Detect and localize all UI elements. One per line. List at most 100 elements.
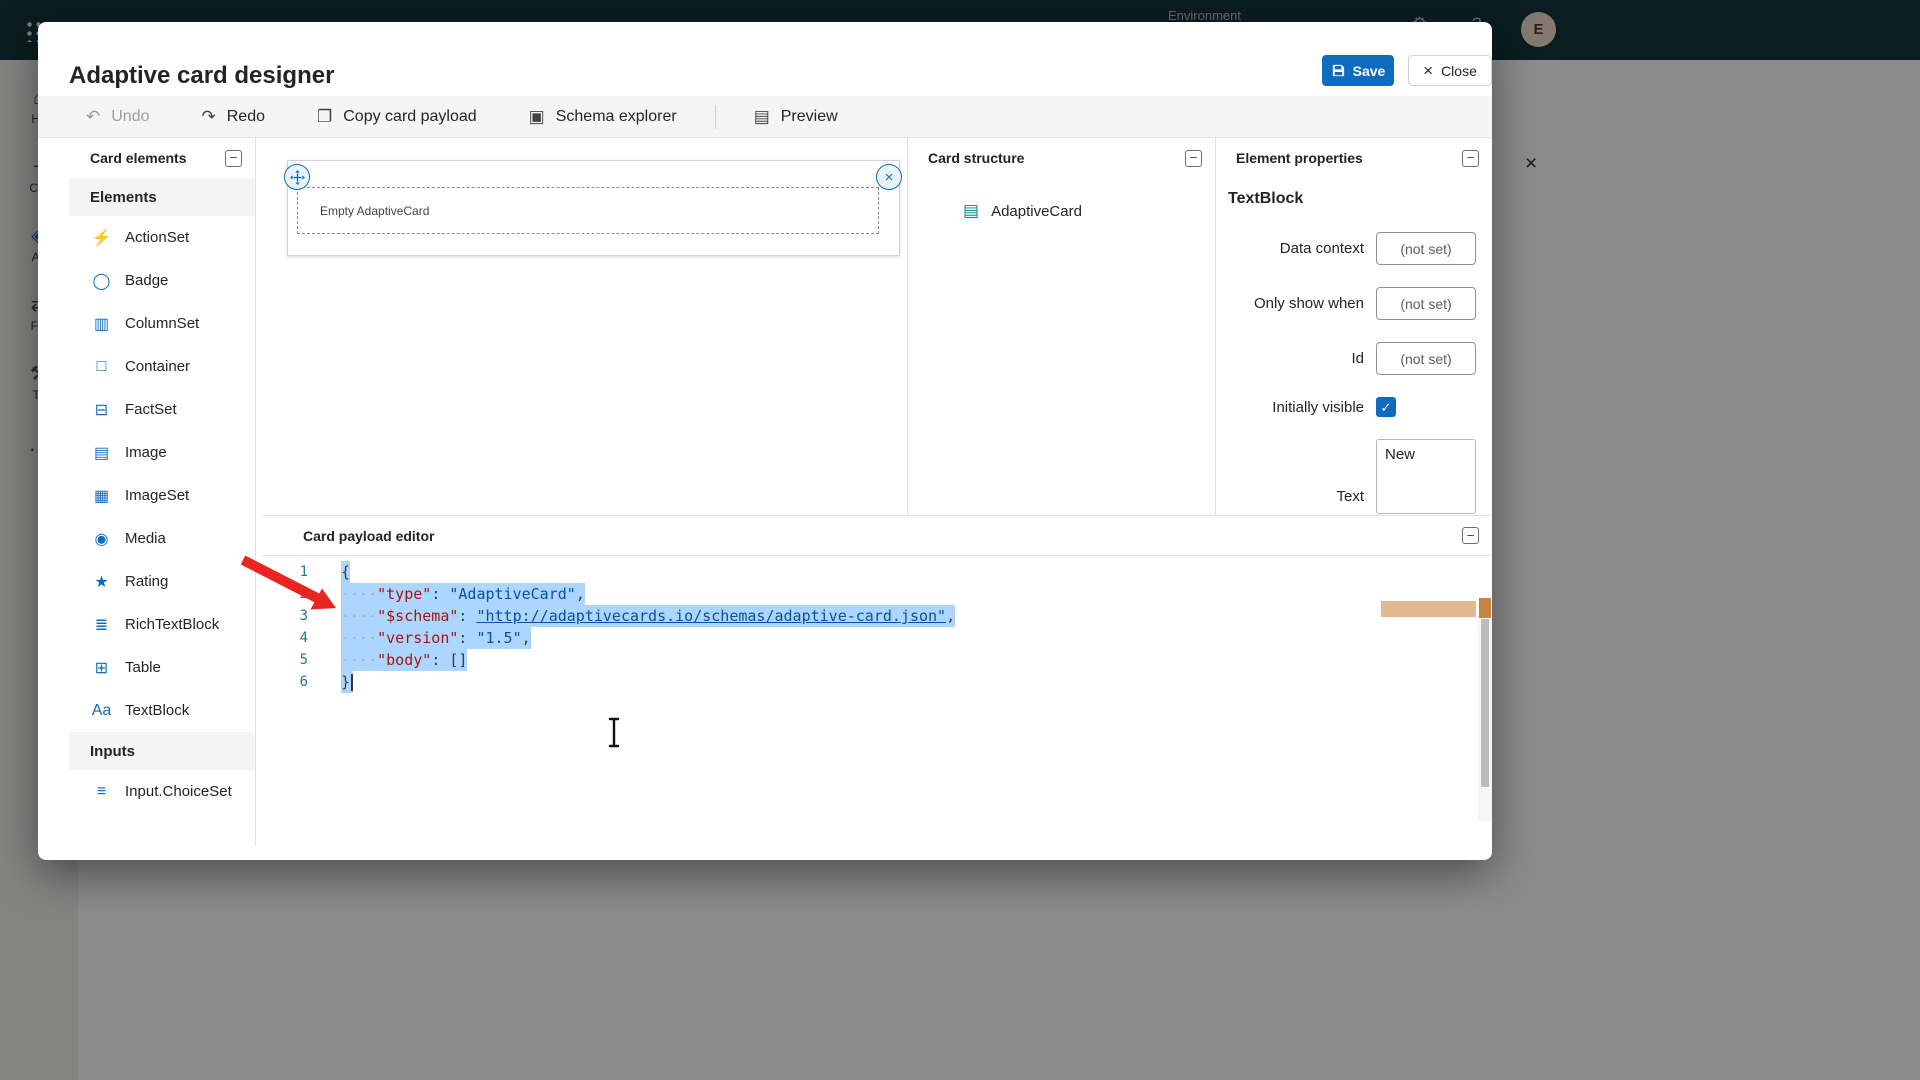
design-canvas[interactable]: Empty AdaptiveCard × — [256, 138, 908, 515]
collapse-payload-editor-button[interactable]: − — [1462, 527, 1479, 544]
section-header-elements: Elements — [69, 178, 255, 216]
badge-icon: ◯ — [91, 271, 112, 291]
save-button[interactable]: Save — [1322, 55, 1394, 86]
element-properties-panel: Element properties − TextBlock Data cont… — [1216, 138, 1492, 515]
element-item-label: Rating — [125, 573, 168, 590]
element-item-container[interactable]: □Container — [69, 345, 255, 388]
element-item-imageset[interactable]: ▦ImageSet — [69, 474, 255, 517]
adaptive-card-surface[interactable]: Empty AdaptiveCard × — [287, 160, 900, 256]
collapse-element-properties-button[interactable]: − — [1462, 150, 1479, 167]
element-item-label: FactSet — [125, 401, 177, 418]
code-line-2[interactable]: 2····"type": "AdaptiveCard", — [262, 583, 1492, 605]
mouse-cursor — [606, 717, 622, 753]
tree-node-label: AdaptiveCard — [991, 203, 1082, 220]
card-elements-list: Elements ⚡ ActionSet ◯Badge▥ColumnSet□Conta… — [69, 178, 255, 813]
code-line-5[interactable]: 5 ····"body": [] — [262, 649, 1492, 671]
code-line-1[interactable]: 1{ — [262, 561, 1492, 583]
editor-minimap[interactable] — [1381, 601, 1476, 617]
text-textarea[interactable]: New — [1376, 439, 1476, 514]
prop-label: Id — [1252, 349, 1364, 368]
close-icon: × — [1423, 62, 1433, 79]
data-context-input[interactable]: (not set) — [1376, 232, 1476, 265]
element-item-factset[interactable]: ⊟ FactSet — [69, 388, 255, 431]
close-button[interactable]: × Close — [1408, 55, 1492, 86]
code-line-6[interactable]: 6} — [262, 671, 1492, 693]
scrollbar-thumb[interactable] — [1481, 619, 1489, 787]
richtextblock-icon: ≣ — [91, 615, 112, 635]
payload-editor-title: Card payload editor — [303, 528, 434, 544]
only-show-when-input[interactable]: (not set) — [1376, 287, 1476, 320]
code-line-3[interactable]: 3····"$schema": "http://adaptivecards.io… — [262, 605, 1492, 627]
remove-card-button[interactable]: × — [876, 164, 902, 190]
textblock-icon: Aa — [91, 702, 112, 720]
actionset-icon: ⚡ — [91, 228, 112, 248]
element-item-label: ColumnSet — [125, 315, 199, 332]
line-content: ····"type": "AdaptiveCard", — [341, 583, 585, 605]
input-choiceset-icon: ≡ — [91, 783, 112, 801]
copy-icon: ❐ — [317, 107, 332, 127]
element-item-richtextblock[interactable]: ≣RichTextBlock — [69, 603, 255, 646]
factset-icon: ⊟ — [91, 400, 112, 420]
element-item-columnset[interactable]: ▥ColumnSet — [69, 302, 255, 345]
prop-row-data-context: Data context(not set) — [1228, 232, 1476, 265]
redo-label: Redo — [227, 108, 265, 126]
card-elements-panel: Card elements − Elements ⚡ ActionSet ◯Badge… — [69, 138, 256, 846]
json-code-editor[interactable]: 1{2····"type": "AdaptiveCard",3····"$sch… — [262, 557, 1492, 825]
save-label: Save — [1353, 63, 1386, 79]
line-number: 6 — [262, 671, 308, 693]
line-content: ····"version": "1.5", — [341, 627, 531, 649]
element-item-badge[interactable]: ◯Badge — [69, 259, 255, 302]
element-item-actionset[interactable]: ⚡ ActionSet — [69, 216, 255, 259]
scrollbar-selection-marker — [1479, 598, 1491, 618]
remove-card-icon: × — [885, 169, 894, 186]
undo-button[interactable]: ↶Undo — [86, 107, 150, 127]
text-caret — [351, 674, 353, 691]
element-item-image[interactable]: ▤Image — [69, 431, 255, 474]
element-item-label: Input.ChoiceSet — [125, 783, 232, 800]
line-content: } — [341, 671, 353, 693]
container-icon: □ — [91, 358, 112, 376]
element-item-label: ActionSet — [125, 229, 189, 246]
element-item-textblock[interactable]: AaTextBlock — [69, 689, 255, 732]
initially-visible-checkbox[interactable]: ✓ — [1376, 397, 1396, 417]
preview-label: Preview — [781, 108, 838, 126]
media-icon: ◉ — [91, 529, 112, 549]
undo-label: Undo — [111, 108, 149, 126]
redo-icon: ↷ — [202, 107, 216, 127]
prop-label: Text — [1252, 487, 1364, 506]
element-item-media[interactable]: ◉ Media — [69, 517, 255, 560]
collapse-card-structure-button[interactable]: − — [1185, 150, 1202, 167]
code-line-4[interactable]: 4····"version": "1.5", — [262, 627, 1492, 649]
element-item-label: Media — [125, 530, 166, 547]
copy-card-payload-button[interactable]: ❐ Copy card payload — [317, 107, 477, 127]
editor-scrollbar[interactable] — [1478, 598, 1492, 822]
imageset-icon: ▦ — [91, 486, 112, 506]
element-item-label: Image — [125, 444, 167, 461]
empty-card-dropzone[interactable]: Empty AdaptiveCard — [297, 187, 879, 234]
schema-explorer-button[interactable]: ▣Schema explorer — [529, 107, 677, 127]
line-number: 3 — [262, 605, 308, 627]
prop-row-only-show-when: Only show when (not set) — [1228, 287, 1476, 320]
close-label: Close — [1441, 63, 1477, 79]
element-properties-header: Element properties − — [1216, 138, 1492, 178]
element-item-rating[interactable]: ★ Rating — [69, 560, 255, 603]
properties-form: Data context(not set) Only show when (not … — [1228, 232, 1476, 514]
section-header-inputs: Inputs — [69, 732, 255, 770]
prop-label: Initially visible — [1252, 398, 1364, 417]
redo-button[interactable]: ↷ Redo — [202, 107, 266, 127]
card-elements-header: Card elements − — [69, 138, 255, 178]
rating-icon: ★ — [91, 572, 112, 592]
element-item-table[interactable]: ⊞Table — [69, 646, 255, 689]
move-card-handle[interactable] — [284, 164, 310, 190]
save-icon — [1331, 63, 1346, 78]
collapse-card-elements-button[interactable]: − — [225, 150, 242, 167]
line-content: ····"body": [] — [341, 649, 467, 671]
id-input[interactable]: (not set) — [1376, 342, 1476, 375]
element-item-input-choiceset[interactable]: ≡ Input.ChoiceSet — [69, 770, 255, 813]
copy-card-payload-label: Copy card payload — [343, 108, 476, 126]
prop-label: Only show when — [1252, 294, 1364, 313]
adaptive-card-designer-dialog: Adaptive card designer Save × Close ↶Und… — [38, 22, 1492, 860]
line-number: 5 — [262, 649, 308, 671]
preview-button[interactable]: ▤Preview — [754, 107, 838, 127]
tree-node-adaptivecard[interactable]: ▤AdaptiveCard — [908, 193, 1215, 229]
